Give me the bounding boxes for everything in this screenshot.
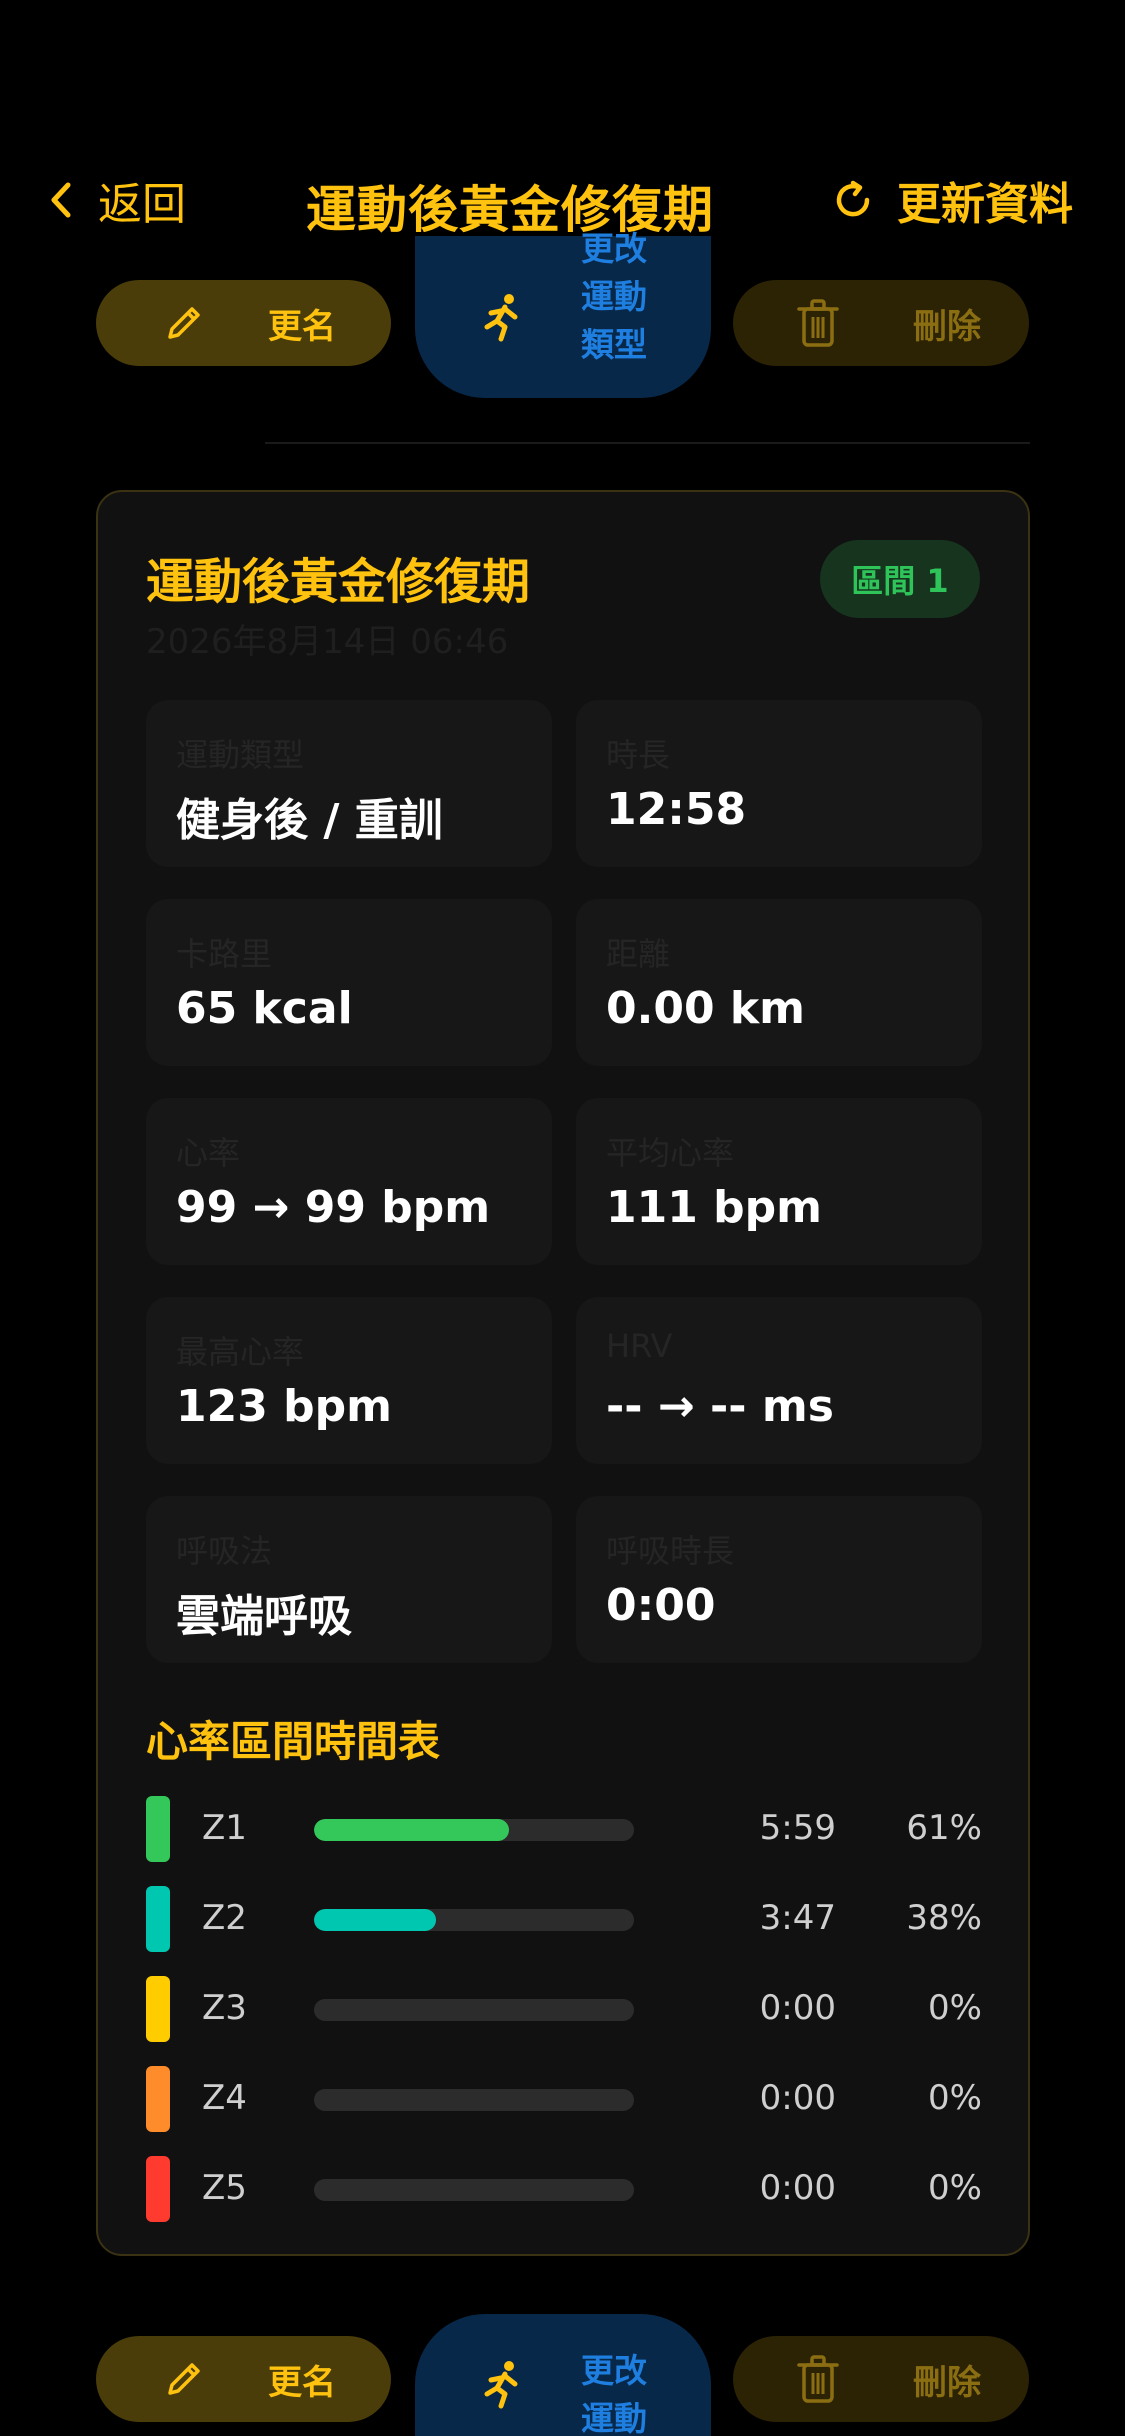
zone-time: 5:59 <box>759 1808 836 1848</box>
trash-icon <box>797 2355 839 2403</box>
zone-row-z2: Z2 3:47 38% <box>146 1874 982 1964</box>
action-row-top: 更名 更改運動類型 刪除 <box>0 229 1125 398</box>
delete-button[interactable]: 刪除 <box>733 280 1029 366</box>
card-title: 運動後黃金修復期 <box>146 554 531 610</box>
zone-swatch <box>146 2066 170 2132</box>
stat-value: 雲端呼吸 <box>176 1591 352 1642</box>
zone-name: Z3 <box>202 1988 247 2028</box>
session-card: 運動後黃金修復期 2026年8月14日 06:46 區間 1 運動類型 健身後 … <box>96 490 1030 2256</box>
stat-label: 距離 <box>606 935 671 973</box>
stat-value: -- → -- ms <box>606 1381 834 1432</box>
zone-name: Z5 <box>202 2168 247 2208</box>
change-type-label: 更改運動類型 <box>581 2351 647 2436</box>
zone-bar-track <box>314 2179 634 2201</box>
zone-name: Z4 <box>202 2078 247 2118</box>
zone-percent: 61% <box>906 1808 982 1848</box>
delete-label: 刪除 <box>913 306 981 347</box>
stat-distance: 距離 0.00 km <box>576 899 982 1066</box>
chevron-left-icon <box>51 182 71 218</box>
stat-value: 12:58 <box>606 784 747 835</box>
zone-row-z5: Z5 0:00 0% <box>146 2144 982 2234</box>
stat-breathing-duration: 呼吸時長 0:00 <box>576 1496 982 1663</box>
zone-row-z1: Z1 5:59 61% <box>146 1784 982 1874</box>
stat-label: 呼吸時長 <box>606 1532 735 1570</box>
zone-bar-fill <box>314 1909 436 1931</box>
zone-swatch <box>146 2156 170 2222</box>
change-type-button[interactable]: 更改運動類型 <box>415 229 711 398</box>
zone-bar-track <box>314 1999 634 2021</box>
zone-time: 0:00 <box>759 1988 836 2028</box>
stat-label: 時長 <box>606 736 671 774</box>
stat-calories: 卡路里 65 kcal <box>146 899 552 1066</box>
stat-value: 111 bpm <box>606 1182 823 1233</box>
zone-row-z4: Z4 0:00 0% <box>146 2054 982 2144</box>
zone-bar-track <box>314 1909 634 1931</box>
zone-badge: 區間 1 <box>820 540 980 618</box>
stat-avg-heart-rate: 平均心率 111 bpm <box>576 1098 982 1265</box>
zone-list: Z1 5:59 61% Z2 3:47 38% Z3 0:00 0% Z4 0:… <box>146 1784 982 2234</box>
stat-exercise-type: 運動類型 健身後 / 重訓 <box>146 700 552 867</box>
pencil-icon <box>168 307 200 339</box>
zones-title: 心率區間時間表 <box>146 1717 441 1766</box>
zone-name: Z2 <box>202 1898 247 1938</box>
zone-swatch <box>146 1796 170 1862</box>
rename-button[interactable]: 更名 <box>96 2336 391 2422</box>
stat-value: 0:00 <box>606 1580 716 1631</box>
stat-value: 65 kcal <box>176 983 353 1034</box>
nav-header: 返回 運動後黃金修復期 更新資料 <box>0 150 1125 250</box>
stat-value: 0.00 km <box>606 983 805 1034</box>
stat-heart-rate: 心率 99 → 99 bpm <box>146 1098 552 1265</box>
rename-label: 更名 <box>268 306 336 347</box>
zone-time: 3:47 <box>759 1898 836 1938</box>
zone-bar-track <box>314 1819 634 1841</box>
running-icon <box>484 2361 518 2409</box>
stat-value: 99 → 99 bpm <box>176 1182 491 1233</box>
zone-swatch <box>146 1976 170 2042</box>
change-type-label: 更改運動類型 <box>581 229 647 364</box>
stat-label: 呼吸法 <box>176 1532 273 1570</box>
rename-label: 更名 <box>268 2362 336 2403</box>
refresh-icon <box>836 180 870 217</box>
delete-label: 刪除 <box>913 2362 981 2403</box>
card-date: 2026年8月14日 06:46 <box>146 622 509 662</box>
stat-label: 運動類型 <box>176 736 305 774</box>
zone-row-z3: Z3 0:00 0% <box>146 1964 982 2054</box>
rename-button[interactable]: 更名 <box>96 280 391 366</box>
zone-time: 0:00 <box>759 2168 836 2208</box>
zone-time: 0:00 <box>759 2078 836 2118</box>
zone-bar-track <box>314 2089 634 2111</box>
zone-percent: 0% <box>928 2078 982 2118</box>
stat-value: 健身後 / 重訓 <box>176 795 443 846</box>
refresh-button[interactable]: 更新資料 <box>831 172 1073 230</box>
change-type-button[interactable]: 更改運動類型 <box>415 2314 711 2436</box>
divider <box>265 442 1030 444</box>
refresh-label: 更新資料 <box>897 179 1073 230</box>
stat-breathing-method: 呼吸法 雲端呼吸 <box>146 1496 552 1663</box>
stats-grid: 運動類型 健身後 / 重訓 時長 12:58 卡路里 65 kcal 距離 0.… <box>146 700 982 1663</box>
pencil-icon <box>168 2363 200 2395</box>
zone-name: Z1 <box>202 1808 247 1848</box>
running-icon <box>484 294 518 342</box>
stat-label: HRV <box>606 1327 673 1365</box>
zone-swatch <box>146 1886 170 1952</box>
stat-label: 心率 <box>176 1134 241 1172</box>
stat-duration: 時長 12:58 <box>576 700 982 867</box>
zone-percent: 0% <box>928 1988 982 2028</box>
stat-hrv: HRV -- → -- ms <box>576 1297 982 1464</box>
page-title: 運動後黃金修復期 <box>306 181 714 239</box>
stat-max-heart-rate: 最高心率 123 bpm <box>146 1297 552 1464</box>
delete-button[interactable]: 刪除 <box>733 2336 1029 2422</box>
stat-label: 卡路里 <box>176 935 273 973</box>
stat-label: 最高心率 <box>176 1333 305 1371</box>
back-button[interactable]: 返回 <box>46 172 186 230</box>
trash-icon <box>797 299 839 347</box>
stat-label: 平均心率 <box>606 1134 735 1172</box>
action-row-bottom: 更名 更改運動類型 刪除 <box>0 2314 1125 2436</box>
stat-value: 123 bpm <box>176 1381 393 1432</box>
zone-percent: 0% <box>928 2168 982 2208</box>
zone-bar-fill <box>314 1819 510 1841</box>
zone-percent: 38% <box>906 1898 982 1938</box>
back-label: 返回 <box>98 179 186 230</box>
